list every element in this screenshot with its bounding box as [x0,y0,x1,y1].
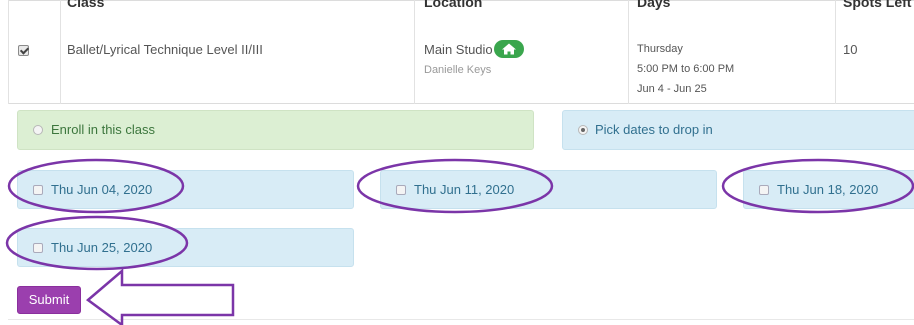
bottom-divider [8,319,914,320]
date-label: Thu Jun 18, 2020 [777,182,879,197]
class-name: Ballet/Lyrical Technique Level II/III [67,42,263,57]
class-day: Thursday [637,43,683,55]
row-divider [8,103,914,104]
header-location: Location [424,0,483,10]
drop-in-radio[interactable] [578,125,588,135]
home-icon [502,43,516,55]
date-option[interactable]: Thu Jun 25, 2020 [17,228,354,267]
home-location-button[interactable] [494,40,524,58]
col-divider [835,0,836,104]
date-label: Thu Jun 11, 2020 [414,182,515,197]
col-divider [628,0,629,104]
date-checkbox[interactable] [33,243,43,253]
class-date-range: Jun 4 - Jun 25 [637,83,707,95]
submit-button[interactable]: Submit [17,286,81,314]
spots-left-value: 10 [843,42,858,57]
col-divider [414,0,415,104]
class-time: 5:00 PM to 6:00 PM [637,63,735,75]
header-class: Class [67,0,105,10]
drop-in-option[interactable]: Pick dates to drop in [562,110,914,150]
date-option[interactable]: Thu Jun 11, 2020 [380,170,717,209]
enroll-label: Enroll in this class [51,122,156,137]
header-spots-left: Spots Left [843,0,912,10]
header-days: Days [637,0,671,10]
col-divider [60,0,61,104]
date-option[interactable]: Thu Jun 04, 2020 [17,170,354,209]
col-divider [8,0,9,104]
date-label: Thu Jun 25, 2020 [51,240,153,255]
pointer-arrow-icon [85,268,235,325]
enroll-option[interactable]: Enroll in this class [17,110,534,150]
date-checkbox[interactable] [33,185,43,195]
row-select-checkbox[interactable] [18,45,29,56]
instructor-name: Danielle Keys [424,64,492,76]
date-checkbox[interactable] [396,185,406,195]
location-name: Main Studio [424,42,493,57]
enroll-radio[interactable] [33,125,43,135]
drop-in-label: Pick dates to drop in [595,122,713,137]
date-label: Thu Jun 04, 2020 [51,182,153,197]
date-option[interactable]: Thu Jun 18, 2020 [743,170,914,209]
date-checkbox[interactable] [759,185,769,195]
